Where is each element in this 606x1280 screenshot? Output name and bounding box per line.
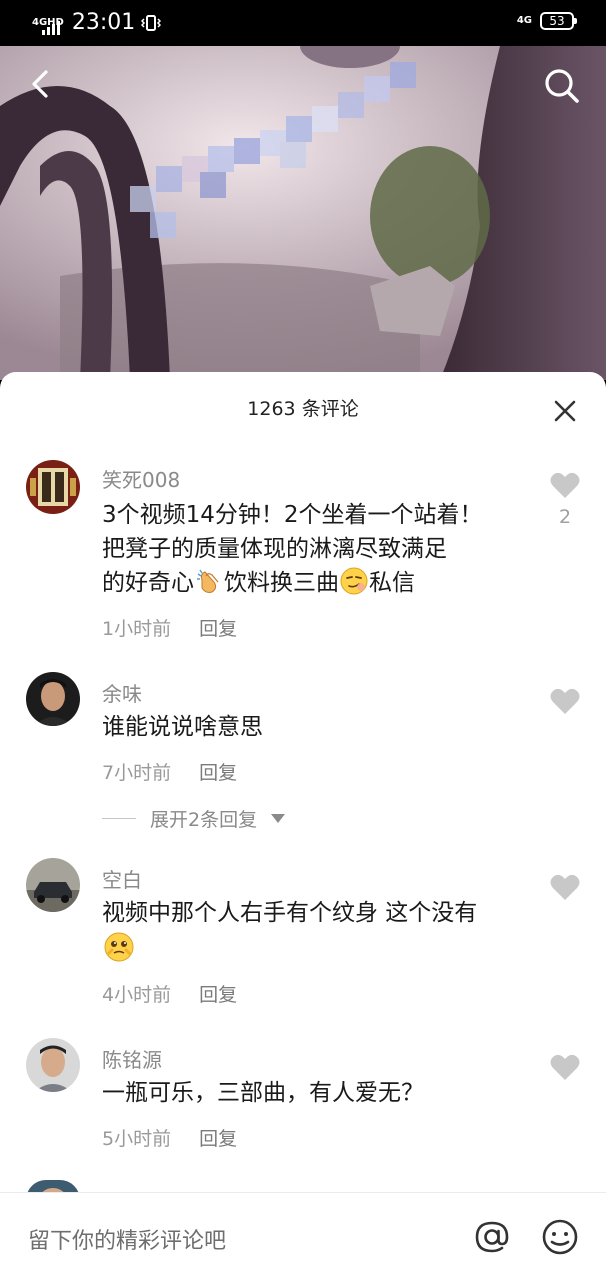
comment-username[interactable]: 陈铭源 <box>102 1044 162 1073</box>
comment-text: 谁能说说啥意思 <box>102 714 263 740</box>
comment-meta: 1小时前 回复 <box>102 614 237 641</box>
video-frame <box>0 46 606 380</box>
video-player[interactable] <box>0 46 606 380</box>
battery-icon: 53 <box>540 12 577 30</box>
comment-text: 视频中那个人右手有个纹身 这个没有 <box>102 896 522 968</box>
comment-text-line: 视频中那个人右手有个纹身 这个没有 <box>102 900 478 926</box>
reply-button[interactable]: 回复 <box>199 758 237 785</box>
close-button[interactable] <box>554 400 576 422</box>
heart-icon <box>550 472 580 498</box>
signal-icon <box>41 19 60 35</box>
comment-text-line: 的好奇心 饮料换三曲 私信 <box>102 566 522 600</box>
like-button[interactable] <box>548 1052 582 1086</box>
avatar-image <box>26 1038 80 1092</box>
comment-text-line <box>102 930 522 968</box>
pleading-emoji-icon <box>104 932 134 962</box>
comment-meta: 7小时前 回复 <box>102 758 237 785</box>
expand-replies-label: 展开2条回复 <box>150 809 258 831</box>
back-arrow-icon <box>32 70 48 98</box>
close-icon <box>554 400 576 422</box>
network-right-label: 4G <box>516 15 532 26</box>
comment-text: 一瓶可乐，三部曲，有人爱无？ <box>102 1080 424 1106</box>
comments-header: 1263 条评论 <box>0 372 606 442</box>
comment-text-segment: 的好奇心 <box>102 570 194 596</box>
like-button[interactable] <box>548 686 582 720</box>
status-left: 4GHD 23:01 <box>32 10 162 36</box>
screen: 4GHD 23:01 4G 53 1263 条评论 笑死008 3个视频14分钟… <box>0 0 606 1280</box>
like-button[interactable]: 2 <box>548 470 582 528</box>
caret-down-icon <box>271 814 286 823</box>
emoji-button[interactable] <box>540 1217 580 1257</box>
status-bar: 4GHD 23:01 4G 53 <box>0 0 606 46</box>
avatar-image <box>26 460 80 514</box>
comment-meta: 4小时前 回复 <box>102 980 237 1007</box>
search-button[interactable] <box>540 64 584 108</box>
comment-input[interactable]: 留下你的精彩评论吧 <box>28 1223 226 1255</box>
comment-time: 4小时前 <box>102 984 172 1006</box>
comment-count: 1263 条评论 <box>247 398 359 420</box>
back-button[interactable] <box>22 64 62 104</box>
comment-text-line: 3个视频14分钟！2个坐着一个站着！ <box>102 502 483 528</box>
comment-time: 1小时前 <box>102 618 172 640</box>
avatar[interactable] <box>26 1038 80 1092</box>
comment-meta: 5小时前 回复 <box>102 1124 237 1151</box>
search-icon <box>545 69 579 103</box>
comment-text-segment: 饮料换三曲 <box>224 570 339 596</box>
comment-time: 5小时前 <box>102 1128 172 1150</box>
reply-button[interactable]: 回复 <box>199 980 237 1007</box>
comment-username[interactable]: 空白 <box>102 864 142 893</box>
avatar[interactable] <box>26 672 80 726</box>
comment-text-segment: 私信 <box>369 570 415 596</box>
clap-emoji-icon <box>197 569 219 593</box>
mention-button[interactable] <box>472 1217 512 1257</box>
expand-replies-button[interactable]: 展开2条回复 <box>102 805 286 832</box>
divider-line <box>102 818 136 819</box>
smirk-emoji-icon <box>340 567 368 595</box>
clock: 23:01 <box>71 10 136 35</box>
avatar-image <box>26 858 80 912</box>
reply-button[interactable]: 回复 <box>199 1124 237 1151</box>
like-button[interactable] <box>548 872 582 906</box>
heart-icon <box>550 688 580 714</box>
comment-username[interactable]: 余味 <box>102 678 142 707</box>
status-right: 4G 53 <box>516 12 577 30</box>
comment-input-bar: 留下你的精彩评论吧 <box>0 1192 606 1280</box>
comment-username[interactable]: 笑死008 <box>102 464 180 493</box>
comment-text-line: 把凳子的质量体现的淋漓尽致满足 <box>102 536 447 562</box>
comments-sheet: 1263 条评论 笑死008 3个视频14分钟！2个坐着一个站着！ 把凳子的质量… <box>0 372 606 1280</box>
avatar[interactable] <box>26 460 80 514</box>
reply-button[interactable]: 回复 <box>199 614 237 641</box>
like-count: 2 <box>558 506 572 528</box>
at-icon <box>475 1221 509 1253</box>
heart-icon <box>550 874 580 900</box>
comment-time: 7小时前 <box>102 762 172 784</box>
emoji-icon <box>542 1219 578 1255</box>
avatar-image <box>26 672 80 726</box>
battery-level: 53 <box>549 14 565 28</box>
vibrate-icon <box>141 15 162 31</box>
heart-icon <box>550 1054 580 1080</box>
comment-text: 3个视频14分钟！2个坐着一个站着！ 把凳子的质量体现的淋漓尽致满足 的好奇心 饮… <box>102 498 522 600</box>
avatar[interactable] <box>26 858 80 912</box>
